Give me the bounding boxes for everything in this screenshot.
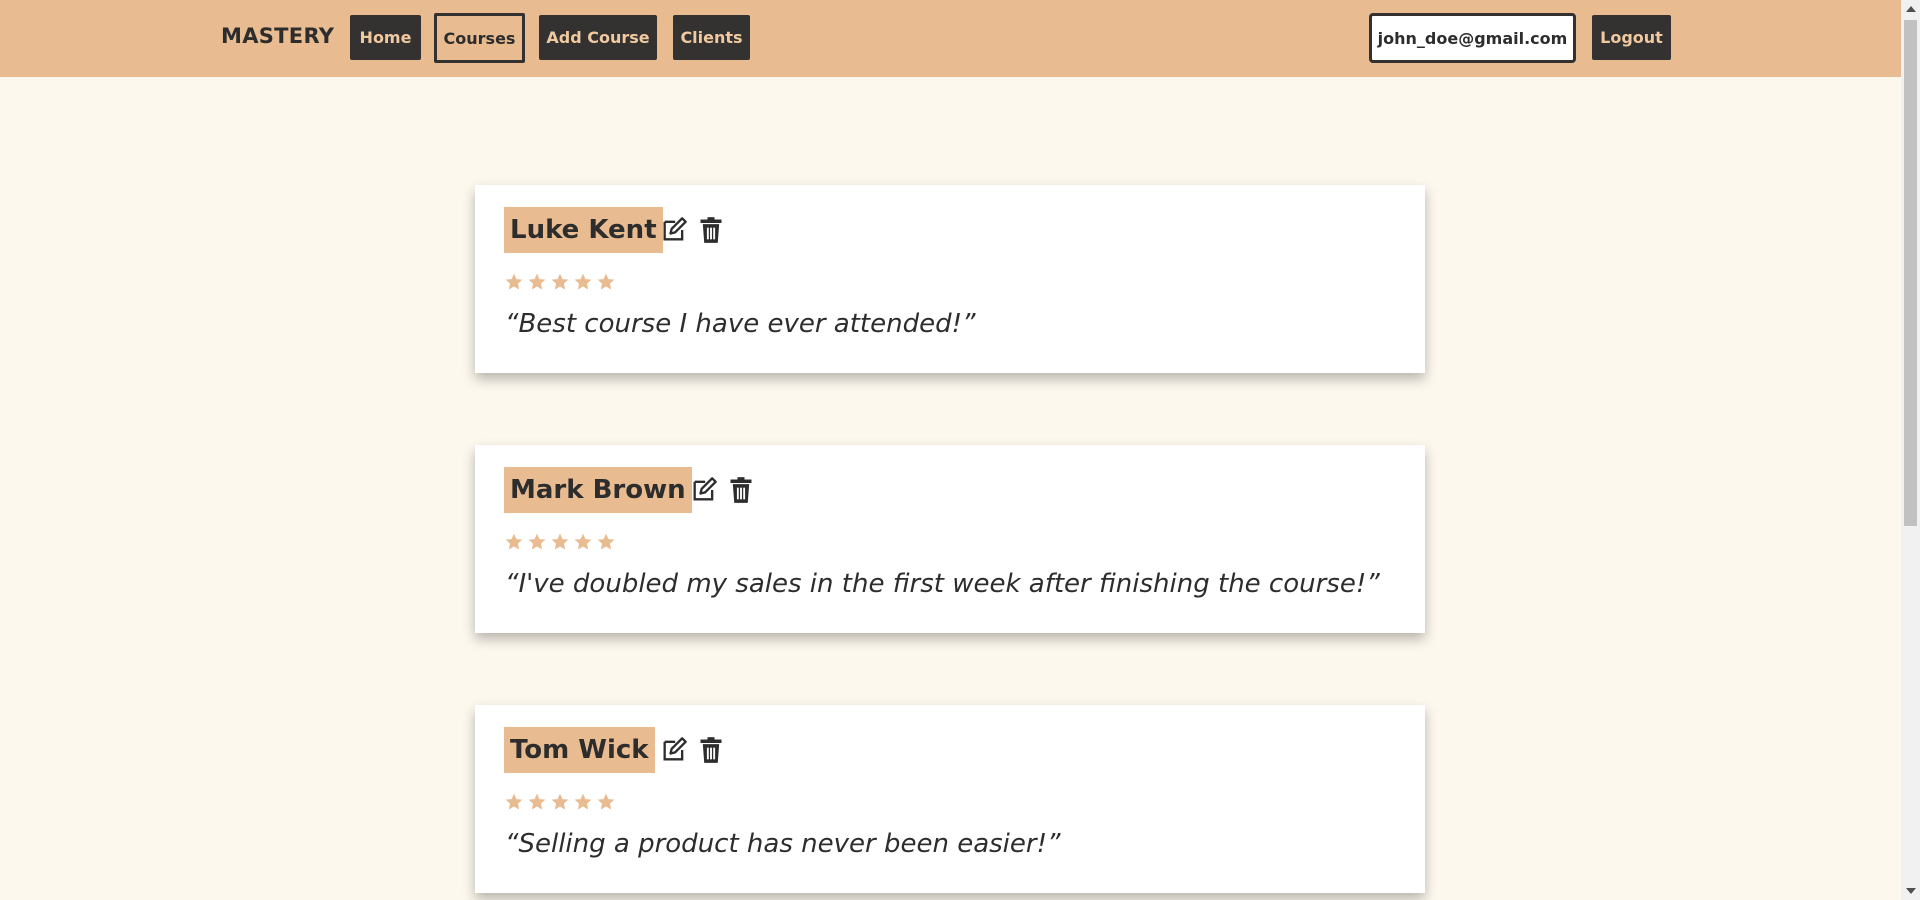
scroll-up-arrow-icon[interactable] [1906,6,1916,12]
card-actions [690,476,755,504]
rating-stars [504,272,616,292]
star-icon [505,793,523,810]
star-icon [528,273,546,290]
card-actions [660,736,725,764]
edit-icon[interactable] [660,216,688,244]
testimonial-card: Mark Brown “I've doubled my sales in the… [475,445,1425,633]
client-name: Luke Kent [504,207,663,253]
client-name: Mark Brown [504,467,692,513]
star-icon [551,533,569,550]
client-name: Tom Wick [504,727,655,773]
testimonial-card: Luke Kent “Best course I have ever atten… [475,185,1425,373]
testimonial-card: Tom Wick “Selling a product has never be… [475,705,1425,893]
star-icon [597,273,615,290]
star-icon [528,533,546,550]
scrollbar-thumb[interactable] [1904,20,1917,526]
user-email-button[interactable]: john_doe@gmail.com [1369,13,1576,63]
rating-stars [504,792,616,812]
star-icon [574,273,592,290]
testimonial-quote: “I've doubled my sales in the first week… [505,569,1380,599]
star-icon [597,533,615,550]
star-icon [574,533,592,550]
star-icon [551,273,569,290]
nav-clients-button[interactable]: Clients [673,15,750,60]
navbar: MASTERY Home Courses Add Course Clients … [0,0,1901,77]
edit-icon[interactable] [690,476,718,504]
trash-icon[interactable] [727,476,755,504]
star-icon [528,793,546,810]
scroll-down-arrow-icon[interactable] [1906,888,1916,894]
testimonial-quote: “Best course I have ever attended!” [505,309,976,339]
star-icon [574,793,592,810]
trash-icon[interactable] [697,736,725,764]
star-icon [551,793,569,810]
nav-courses-button[interactable]: Courses [434,13,525,63]
star-icon [597,793,615,810]
edit-icon[interactable] [660,736,688,764]
nav-home-button[interactable]: Home [350,15,421,60]
brand-logo[interactable]: MASTERY [221,24,334,48]
nav-add-course-button[interactable]: Add Course [539,15,657,60]
star-icon [505,533,523,550]
testimonial-quote: “Selling a product has never been easier… [505,829,1061,859]
trash-icon[interactable] [697,216,725,244]
card-actions [660,216,725,244]
rating-stars [504,532,616,552]
star-icon [505,273,523,290]
logout-button[interactable]: Logout [1592,15,1671,60]
vertical-scrollbar[interactable] [1901,0,1920,900]
